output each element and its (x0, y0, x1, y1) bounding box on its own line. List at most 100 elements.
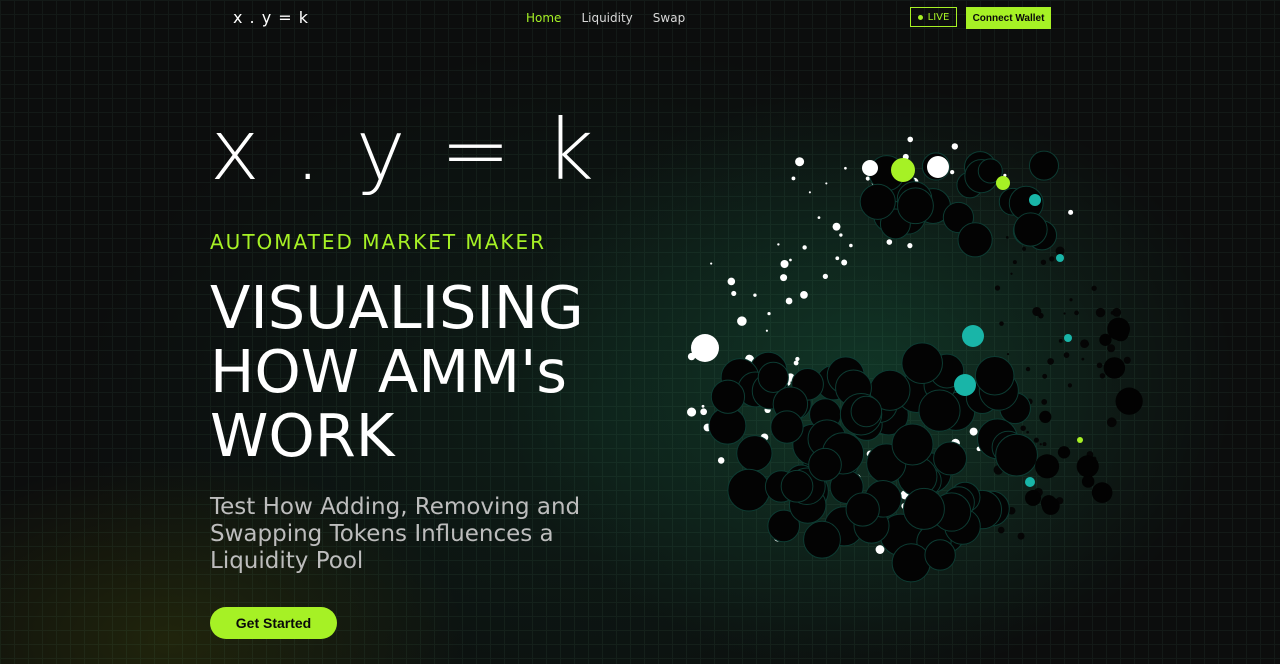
particle (785, 297, 793, 305)
live-badge: LIVE (910, 7, 957, 27)
accent-token (1077, 437, 1083, 443)
particle (1006, 352, 1010, 356)
pool-token (1076, 455, 1099, 478)
particle (1091, 285, 1097, 291)
teal-token (954, 374, 976, 396)
particle (1005, 236, 1009, 239)
pool-token (1115, 387, 1143, 415)
get-started-button[interactable]: Get Started (210, 607, 337, 639)
pool-token (891, 423, 934, 466)
particle (1039, 443, 1042, 446)
particle (817, 216, 821, 220)
pool-token (845, 492, 880, 527)
particle (731, 290, 737, 296)
particle (777, 243, 780, 246)
particle (1026, 430, 1029, 434)
hero-description: Test How Adding, Removing and Swapping T… (210, 494, 581, 574)
particle (1067, 383, 1073, 388)
particle (802, 245, 807, 250)
nav-link-liquidity[interactable]: Liquidity (581, 11, 632, 25)
particle (994, 285, 1001, 291)
particle (795, 356, 800, 362)
pool-token (1091, 482, 1113, 503)
particle (841, 259, 848, 266)
particle (793, 360, 799, 366)
pool-token (1028, 150, 1059, 181)
particle (753, 293, 757, 297)
teal-token (962, 325, 984, 347)
particle (849, 243, 853, 248)
pool-token (710, 379, 746, 414)
headline-line: HOW AMM's (210, 337, 568, 406)
pool-token (1099, 333, 1112, 346)
particle (789, 258, 792, 262)
pool-token (808, 447, 842, 482)
accent-token (891, 158, 915, 182)
particle (1042, 373, 1048, 379)
pool-token (974, 356, 1015, 396)
particle (997, 526, 1005, 534)
particle (808, 191, 811, 194)
nav-link-home[interactable]: Home (526, 11, 561, 25)
pool-token (933, 441, 967, 476)
particle (1099, 373, 1106, 379)
particle (710, 262, 713, 265)
headline-line: WORK (210, 401, 395, 470)
pool-token (918, 389, 961, 432)
liquidity-pool-visualization (687, 136, 1143, 583)
particle (800, 291, 808, 299)
particle (1085, 342, 1090, 346)
pool-token (1081, 475, 1095, 488)
particle (1063, 312, 1066, 315)
particle (1081, 357, 1085, 361)
pool-token (780, 469, 814, 503)
pool-token (850, 395, 883, 428)
particle (999, 321, 1004, 326)
particle (875, 545, 885, 554)
nav-links: Home Liquidity Swap (526, 11, 685, 25)
connect-wallet-button[interactable]: Connect Wallet (966, 7, 1051, 29)
white-token (862, 160, 878, 176)
particle (765, 329, 768, 332)
hero-headline: VISUALISING HOW AMM's WORK (210, 276, 584, 468)
particle (1020, 425, 1026, 431)
pool-token (1035, 454, 1060, 479)
white-token (927, 156, 949, 178)
teal-token (1025, 477, 1035, 487)
teal-token (1029, 194, 1041, 206)
particle (822, 273, 828, 279)
headline-line: VISUALISING (210, 273, 584, 342)
particle (907, 243, 913, 249)
particle (780, 259, 789, 269)
pool-token (901, 342, 943, 384)
particle (1010, 272, 1013, 275)
logo[interactable]: x . y = k (233, 8, 309, 27)
particle (1110, 310, 1115, 315)
hero-subtitle: AUTOMATED MARKET MAKER (210, 230, 547, 254)
live-dot-icon (917, 14, 923, 20)
particle (701, 404, 705, 408)
particle (1068, 209, 1074, 215)
particle (1033, 437, 1039, 443)
particle (767, 311, 771, 316)
particle (1096, 362, 1103, 369)
pool-token (1025, 489, 1042, 506)
particle (839, 233, 843, 237)
particle (1069, 298, 1073, 302)
particle (1063, 352, 1070, 358)
pool-token (736, 435, 773, 472)
particle (1012, 260, 1017, 265)
pool-token (995, 433, 1038, 477)
particle (795, 157, 805, 167)
particle (1041, 399, 1048, 405)
teal-token (1056, 254, 1064, 262)
pool-token (957, 222, 993, 258)
nav-link-swap[interactable]: Swap (653, 11, 685, 25)
particle (832, 222, 841, 231)
particle (1047, 358, 1054, 365)
particle (1040, 259, 1047, 265)
white-token (691, 334, 719, 362)
pool-token (1103, 357, 1126, 379)
pool-token (770, 410, 804, 444)
particle (1074, 310, 1079, 316)
